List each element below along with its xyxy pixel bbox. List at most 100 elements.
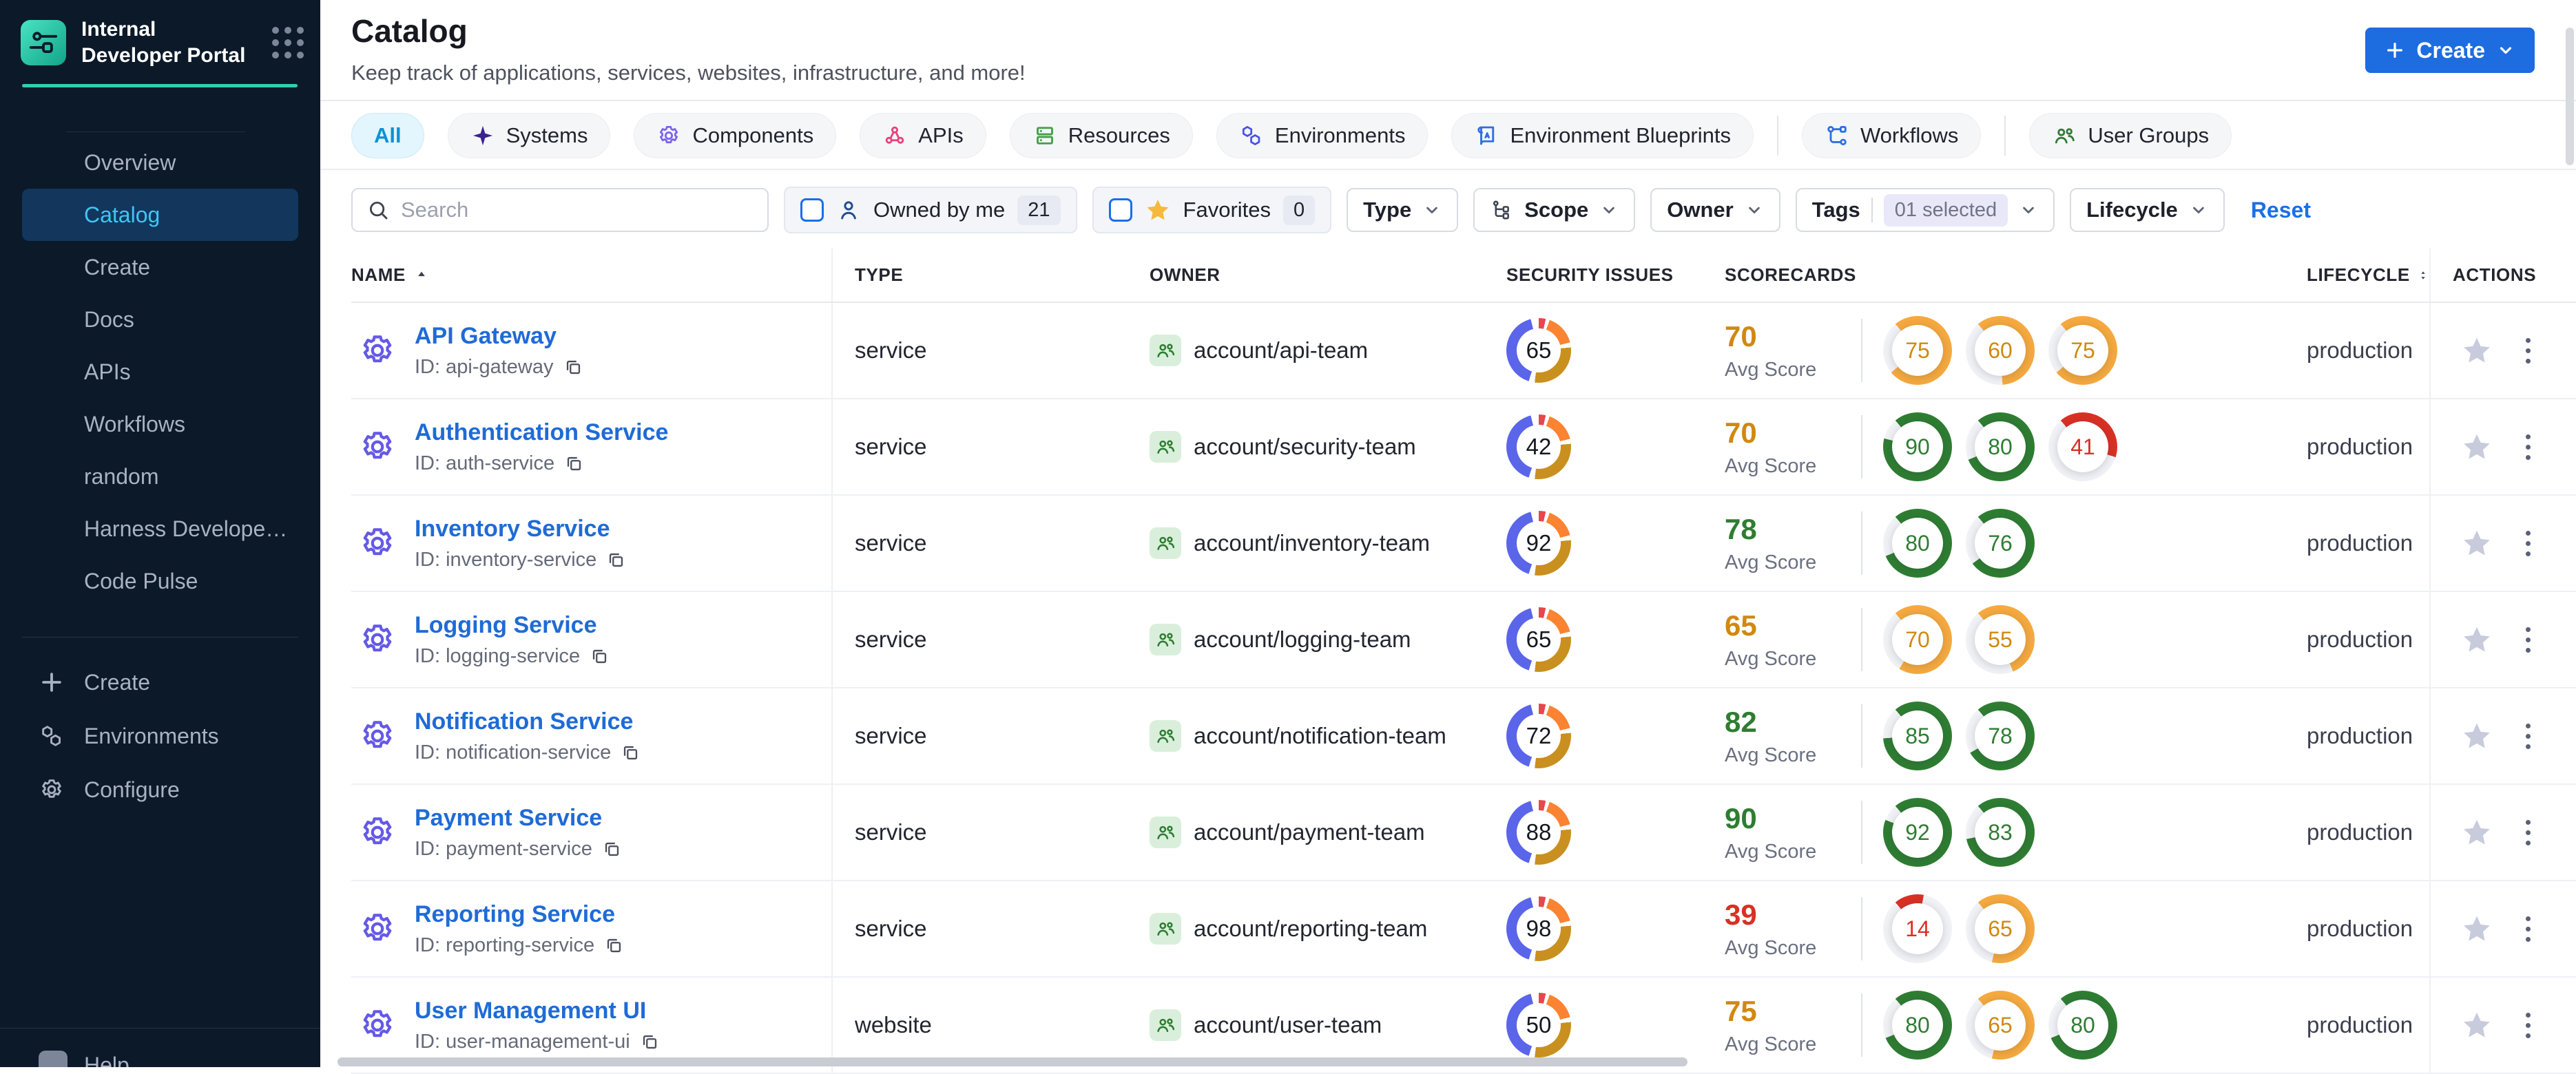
favorite-star-icon[interactable] xyxy=(2461,335,2493,366)
search-input[interactable] xyxy=(401,198,754,222)
type-dropdown[interactable]: Type xyxy=(1347,188,1459,232)
scorecard-ring[interactable]: 55 xyxy=(1966,605,2035,674)
scorecard-ring[interactable]: 75 xyxy=(2048,316,2117,385)
favorite-star-icon[interactable] xyxy=(2461,527,2493,559)
scorecard-ring[interactable]: 65 xyxy=(1966,894,2035,963)
copy-icon[interactable] xyxy=(621,743,641,763)
sidebar-item-workflows[interactable]: Workflows xyxy=(22,398,298,450)
sidebar-tool-configure[interactable]: Configure xyxy=(22,763,298,817)
copy-icon[interactable] xyxy=(590,646,610,666)
owner-dropdown[interactable]: Owner xyxy=(1650,188,1780,232)
column-header-name[interactable]: NAME xyxy=(351,249,833,302)
tab-components[interactable]: Components xyxy=(634,113,837,158)
scorecard-ring[interactable]: 80 xyxy=(1883,991,1952,1060)
tab-apis[interactable]: APIs xyxy=(860,113,986,158)
horizontal-scrollbar-thumb[interactable] xyxy=(337,1057,1687,1066)
row-menu-kebab-icon[interactable] xyxy=(2522,816,2535,850)
owner-name[interactable]: account/inventory-team xyxy=(1194,530,1430,556)
owner-name[interactable]: account/payment-team xyxy=(1194,819,1425,845)
hexagons-icon xyxy=(39,723,65,749)
sidebar-item-overview[interactable]: Overview xyxy=(22,136,298,189)
scorecard-ring[interactable]: 80 xyxy=(1883,509,1952,578)
copy-icon[interactable] xyxy=(604,936,624,956)
tab-systems[interactable]: Systems xyxy=(447,113,611,158)
row-menu-kebab-icon[interactable] xyxy=(2522,912,2535,946)
sidebar-item-code-pulse[interactable]: Code Pulse xyxy=(22,555,298,607)
copy-icon[interactable] xyxy=(602,839,622,859)
entity-name-link[interactable]: Logging Service xyxy=(415,612,610,639)
scorecard-ring[interactable]: 80 xyxy=(1966,412,2035,481)
app-logo[interactable] xyxy=(21,19,66,65)
tags-dropdown[interactable]: Tags 01 selected xyxy=(1795,188,2055,232)
scorecard-ring[interactable]: 75 xyxy=(1883,316,1952,385)
row-menu-kebab-icon[interactable] xyxy=(2522,527,2535,560)
copy-icon[interactable] xyxy=(564,454,584,474)
sidebar-item-create[interactable]: Create xyxy=(22,241,298,293)
favorite-star-icon[interactable] xyxy=(2461,817,2493,848)
owner-name[interactable]: account/user-team xyxy=(1194,1012,1382,1038)
lifecycle-dropdown[interactable]: Lifecycle xyxy=(2070,188,2225,232)
favorites-checkbox[interactable] xyxy=(1108,198,1132,222)
scorecard-ring[interactable]: 78 xyxy=(1966,702,2035,770)
column-header-lifecycle[interactable]: LIFECYCLE xyxy=(2307,264,2429,286)
sidebar-tool-create[interactable]: Create xyxy=(22,655,298,709)
row-menu-kebab-icon[interactable] xyxy=(2522,623,2535,657)
app-switcher-icon[interactable] xyxy=(272,26,304,59)
favorite-star-icon[interactable] xyxy=(2461,1009,2493,1041)
sidebar-item-help[interactable]: Help xyxy=(0,1051,320,1067)
scope-dropdown[interactable]: Scope xyxy=(1473,188,1636,232)
owner-name[interactable]: account/reporting-team xyxy=(1194,916,1427,942)
copy-icon[interactable] xyxy=(606,550,626,570)
tab-resources[interactable]: Resources xyxy=(1009,113,1193,158)
scorecard-ring[interactable]: 70 xyxy=(1883,605,1952,674)
favorite-star-icon[interactable] xyxy=(2461,431,2493,463)
owner-name[interactable]: account/security-team xyxy=(1194,434,1416,460)
sidebar-tool-environments[interactable]: Environments xyxy=(22,709,298,763)
sidebar-item-apis[interactable]: APIs xyxy=(22,346,298,398)
scorecard-ring[interactable]: 41 xyxy=(2048,412,2117,481)
row-menu-kebab-icon[interactable] xyxy=(2522,430,2535,464)
sidebar-item-random[interactable]: random xyxy=(22,450,298,503)
vertical-scrollbar-thumb[interactable] xyxy=(2566,28,2574,165)
sidebar-item-harness-develope[interactable]: Harness Develope… xyxy=(22,503,298,555)
entity-name-link[interactable]: Payment Service xyxy=(415,805,622,832)
sidebar-item-catalog[interactable]: Catalog xyxy=(22,189,298,241)
scorecard-ring[interactable]: 60 xyxy=(1966,316,2035,385)
reset-filters-button[interactable]: Reset xyxy=(2251,198,2311,223)
row-menu-kebab-icon[interactable] xyxy=(2522,334,2535,368)
tab-workflows[interactable]: Workflows xyxy=(1801,113,1982,158)
copy-icon[interactable] xyxy=(563,357,583,377)
entity-name-link[interactable]: API Gateway xyxy=(415,323,583,350)
row-menu-kebab-icon[interactable] xyxy=(2522,1009,2535,1042)
sidebar-item-docs[interactable]: Docs xyxy=(22,293,298,346)
favorite-star-icon[interactable] xyxy=(2461,624,2493,655)
copy-icon[interactable] xyxy=(640,1032,660,1052)
entity-name-link[interactable]: Authentication Service xyxy=(415,419,668,446)
entity-name-link[interactable]: Inventory Service xyxy=(415,516,626,543)
tab-environment-blueprints[interactable]: Environment Blueprints xyxy=(1451,113,1754,158)
tab-environments[interactable]: Environments xyxy=(1216,113,1429,158)
scorecard-ring[interactable]: 80 xyxy=(2048,991,2117,1060)
scorecard-ring[interactable]: 85 xyxy=(1883,702,1952,770)
owner-name[interactable]: account/api-team xyxy=(1194,337,1368,364)
scorecard-ring[interactable]: 65 xyxy=(1966,991,2035,1060)
owned-by-me-filter[interactable]: Owned by me 21 xyxy=(784,187,1077,233)
scorecard-ring[interactable]: 92 xyxy=(1883,798,1952,867)
scorecard-ring[interactable]: 76 xyxy=(1966,509,2035,578)
tab-user-groups[interactable]: User Groups xyxy=(2029,113,2232,158)
owned-by-me-checkbox[interactable] xyxy=(800,198,824,222)
entity-name-link[interactable]: Notification Service xyxy=(415,708,641,735)
owner-name[interactable]: account/notification-team xyxy=(1194,723,1446,749)
owner-name[interactable]: account/logging-team xyxy=(1194,626,1411,653)
entity-name-link[interactable]: Reporting Service xyxy=(415,901,624,928)
scorecard-ring[interactable]: 90 xyxy=(1883,412,1952,481)
scorecard-ring[interactable]: 14 xyxy=(1883,894,1952,963)
create-button[interactable]: Create xyxy=(2365,28,2535,73)
favorite-star-icon[interactable] xyxy=(2461,720,2493,752)
favorites-filter[interactable]: Favorites 0 xyxy=(1092,187,1332,233)
row-menu-kebab-icon[interactable] xyxy=(2522,719,2535,753)
tab-all[interactable]: All xyxy=(351,113,424,158)
favorite-star-icon[interactable] xyxy=(2461,913,2493,945)
entity-name-link[interactable]: User Management UI xyxy=(415,998,660,1024)
scorecard-ring[interactable]: 83 xyxy=(1966,798,2035,867)
